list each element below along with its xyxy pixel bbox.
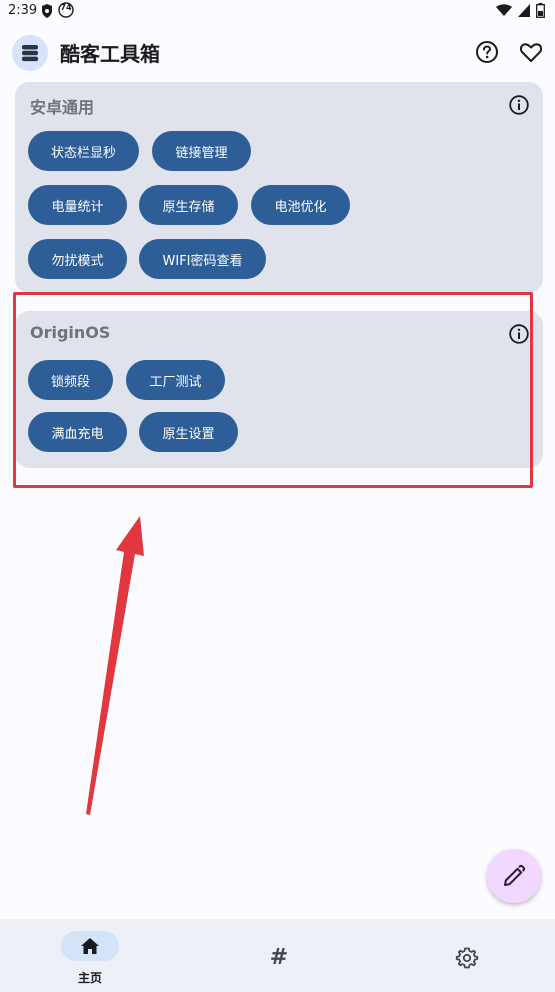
nav-home-label: 主页 — [77, 971, 102, 985]
battery-icon — [536, 3, 545, 22]
bottom-navigation: 主页 # — [0, 919, 555, 992]
nav-item-home[interactable]: 主页 — [40, 927, 140, 985]
signal-icon — [518, 4, 530, 21]
nav-home-indicator — [61, 931, 119, 961]
chip-battery-optimization[interactable]: 电池优化 — [251, 185, 350, 225]
highlight-box — [13, 292, 533, 488]
gear-icon — [455, 947, 479, 969]
red-arrow-annotation — [86, 516, 144, 815]
info-button[interactable] — [508, 94, 530, 116]
nav-item-settings[interactable] — [454, 945, 480, 971]
edit-fab-button[interactable] — [487, 849, 541, 903]
help-button[interactable] — [474, 39, 500, 65]
status-bar: 2:39 74 — [0, 0, 555, 24]
status-time: 2:39 — [8, 3, 38, 18]
favorite-button[interactable] — [518, 39, 544, 65]
wifi-icon — [496, 4, 512, 21]
shield-icon — [40, 3, 54, 23]
chip-wifi-password[interactable]: WIFI密码查看 — [139, 239, 266, 279]
chip-status-bar-seconds[interactable]: 状态栏显秒 — [28, 131, 139, 171]
heart-icon — [519, 43, 543, 62]
chip-link-management[interactable]: 链接管理 — [152, 131, 251, 171]
hash-icon: # — [269, 945, 289, 970]
card-title: 安卓通用 — [30, 98, 95, 117]
card-android-general: 安卓通用 状态栏显秒 链接管理 电量统计 原生存储 电池优化 勿扰模式 WIFI… — [15, 82, 543, 293]
info-icon — [509, 95, 529, 115]
stack-logo-icon — [12, 35, 48, 71]
home-icon — [81, 938, 99, 954]
app-title: 酷客工具箱 — [60, 42, 160, 66]
nav-item-hash[interactable]: # — [264, 943, 294, 973]
badge-number: 74 — [60, 3, 72, 12]
app-bar: 酷客工具箱 — [0, 26, 555, 78]
help-circle-icon — [476, 41, 498, 63]
chip-battery-stats[interactable]: 电量统计 — [28, 185, 127, 225]
chip-do-not-disturb[interactable]: 勿扰模式 — [28, 239, 127, 279]
chip-native-storage[interactable]: 原生存储 — [139, 185, 238, 225]
pencil-icon — [504, 864, 526, 886]
notification-badge: 74 — [58, 2, 74, 22]
